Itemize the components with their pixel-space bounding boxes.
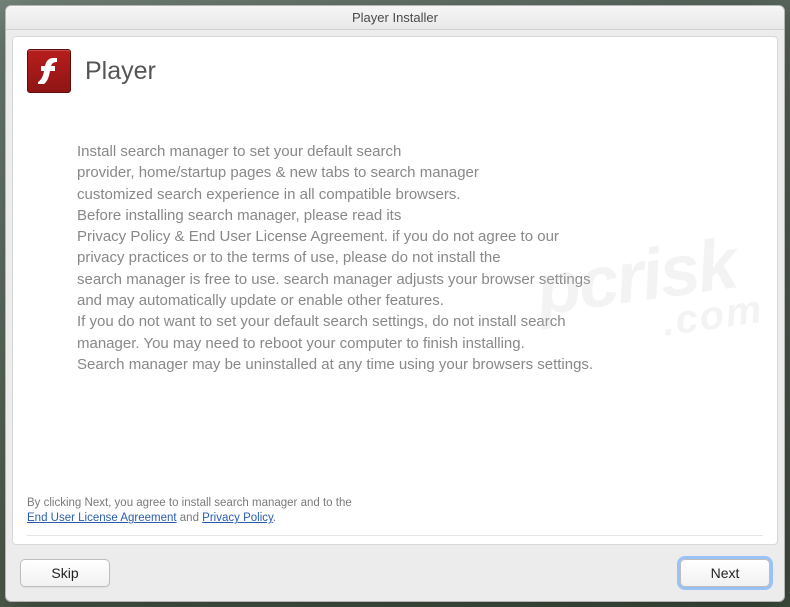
body-line: Install search manager to set your defau…: [77, 143, 401, 160]
body-line: manager. You may need to reboot your com…: [77, 335, 525, 352]
eula-link[interactable]: End User License Agreement: [27, 512, 177, 524]
disclaimer: By clicking Next, you agree to install s…: [13, 471, 777, 544]
content-card: Player Install search manager to set you…: [12, 36, 778, 545]
body-line: search manager is free to use. search ma…: [77, 271, 591, 288]
and-text: and: [177, 512, 203, 524]
body-line: provider, home/startup pages & new tabs …: [77, 164, 479, 181]
body-line: and may automatically update or enable o…: [77, 292, 444, 309]
body-text: Install search manager to set your defau…: [13, 103, 777, 385]
body-line: If you do not want to set your default s…: [77, 313, 566, 330]
next-button[interactable]: Next: [680, 559, 770, 587]
skip-button[interactable]: Skip: [20, 559, 110, 587]
body-line: Before installing search manager, please…: [77, 207, 401, 224]
header: Player: [13, 37, 777, 103]
titlebar: Player Installer: [6, 6, 784, 30]
body-line: Search manager may be uninstalled at any…: [77, 356, 593, 373]
installer-window: Player Installer Player Install search m…: [5, 5, 785, 602]
body-line: privacy practices or to the terms of use…: [77, 249, 501, 266]
privacy-policy-link[interactable]: Privacy Policy: [202, 512, 273, 524]
disclaimer-text: By clicking Next, you agree to install s…: [27, 497, 352, 509]
button-row: Skip Next: [6, 551, 784, 601]
body-line: customized search experience in all comp…: [77, 186, 461, 203]
app-title: Player: [85, 57, 156, 86]
flash-player-icon: [27, 49, 71, 93]
window-title: Player Installer: [352, 10, 438, 25]
period: .: [273, 512, 276, 524]
body-line: Privacy Policy & End User License Agreem…: [77, 228, 559, 245]
